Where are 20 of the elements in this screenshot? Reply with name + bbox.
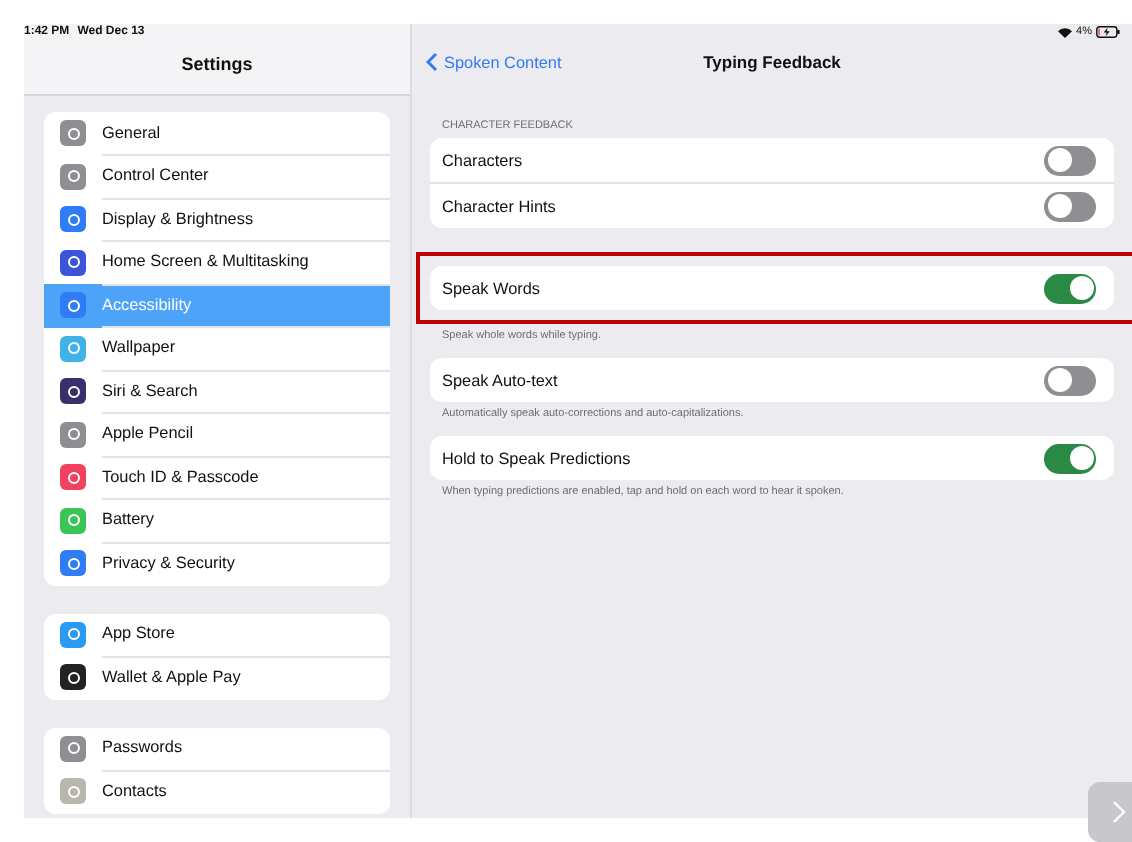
setting-label: Character Hints <box>442 197 556 215</box>
battery-charging-icon <box>1096 26 1120 38</box>
chevron-right-icon <box>1111 800 1125 824</box>
page-title: Typing Feedback <box>703 52 841 72</box>
toggle-switch[interactable] <box>1044 365 1096 395</box>
toggle-switch[interactable] <box>1044 145 1096 175</box>
chevron-left-icon <box>426 52 438 72</box>
sidebar-item[interactable]: General <box>44 112 390 155</box>
sidebar-item[interactable]: App Store <box>44 613 390 656</box>
setting-label: Hold to Speak Predictions <box>442 449 631 467</box>
setting-label: Speak Words <box>442 279 540 297</box>
sidebar-title: Settings <box>179 54 255 74</box>
toggle-switch[interactable] <box>1044 443 1096 473</box>
setting-label: Characters <box>442 151 523 169</box>
setting-label: Speak Auto-text <box>442 371 558 389</box>
toggle-switch[interactable] <box>1044 191 1096 221</box>
sidebar-item[interactable]: Passwords <box>44 727 390 770</box>
wifi-icon <box>1058 27 1073 37</box>
next-button[interactable] <box>1088 782 1132 842</box>
toggle-switch[interactable] <box>1044 273 1096 303</box>
